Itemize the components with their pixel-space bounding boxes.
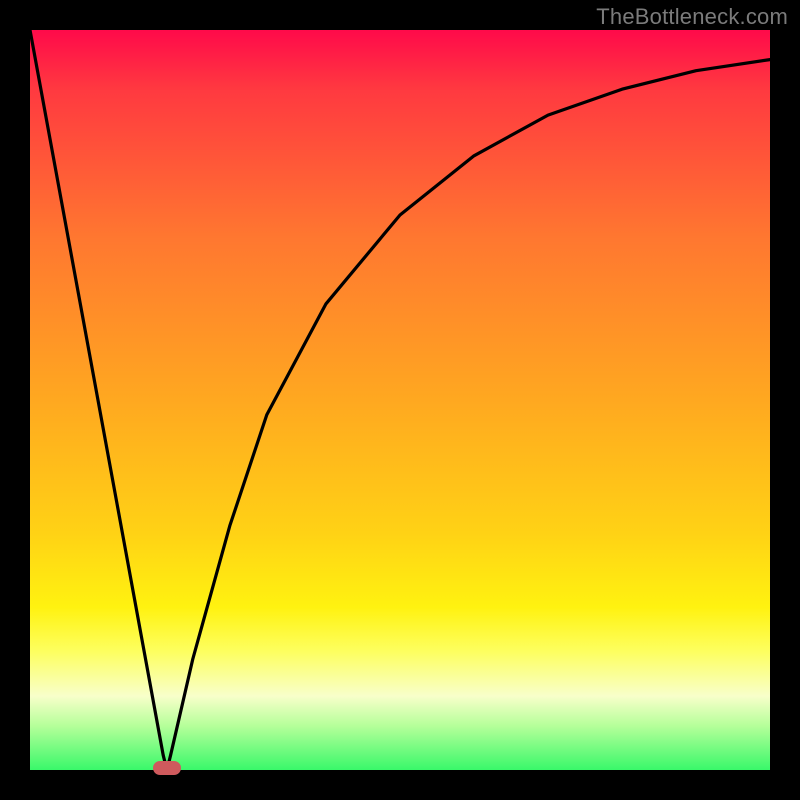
curve-line <box>30 30 770 770</box>
chart-frame: TheBottleneck.com <box>0 0 800 800</box>
curve-svg <box>30 30 770 770</box>
watermark-text: TheBottleneck.com <box>596 4 788 30</box>
minimum-marker <box>153 761 181 775</box>
plot-area <box>30 30 770 770</box>
